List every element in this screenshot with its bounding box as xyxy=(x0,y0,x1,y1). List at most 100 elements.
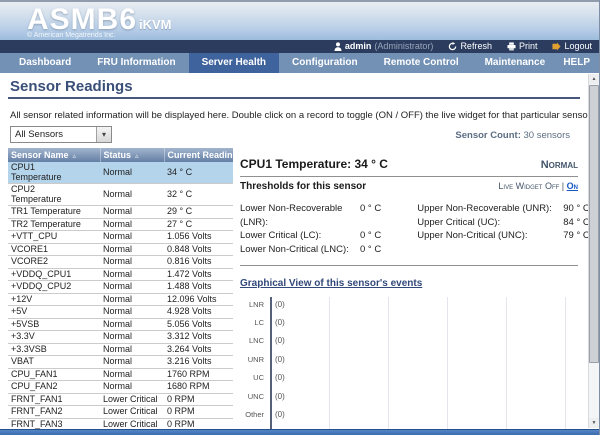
user-role: (Administrator) xyxy=(374,41,434,51)
chart-gridline xyxy=(506,297,507,429)
detail-title: CPU1 Temperature: 34 ° C xyxy=(240,157,388,171)
sensor-count: Sensor Count: 30 sensors xyxy=(455,130,570,141)
chart-row-unc: UNC (0) xyxy=(247,391,285,401)
brand-logo: ASMB6 iKVM © American Megatrends Inc. xyxy=(27,3,172,39)
sensor-row--3-3vsb[interactable]: +3.3VSB Normal 3.264 Volts xyxy=(8,343,233,356)
sensor-table-body: CPU1 Temperature Normal 34 ° C CPU2 Tempera… xyxy=(8,162,233,429)
sensor-count-value: 30 sensors xyxy=(523,130,570,141)
vertical-scrollbar[interactable]: ▲ ▼ xyxy=(588,74,599,428)
sensor-count-label: Sensor Count: xyxy=(455,130,521,141)
threshold-row: Upper Critical (UC): 84 ° C xyxy=(417,216,590,228)
threshold-row: Lower Non-Critical (LNC): 0 ° C xyxy=(240,243,382,255)
thresholds-lower: Lower Non-Recoverable (LNR): 0 ° C Lower C… xyxy=(240,202,381,256)
sensor-row-frnt-fan3[interactable]: FRNT_FAN3 Lower Critical 0 RPM xyxy=(8,418,233,429)
scroll-down-button[interactable]: ▼ xyxy=(589,418,599,428)
bottom-strip xyxy=(0,429,599,435)
thresholds-upper: Upper Non-Recoverable (UNR): 90 ° C Upper … xyxy=(381,202,590,256)
threshold-row: Lower Non-Recoverable (LNR): 0 ° C xyxy=(240,203,382,228)
sensor-row-tr1-temperature[interactable]: TR1 Temperature Normal 29 ° C xyxy=(8,205,233,219)
threshold-row: Upper Non-Recoverable (UNR): 90 ° C xyxy=(417,203,590,214)
nav-item-maintenance[interactable]: Maintenance xyxy=(472,53,559,73)
live-widget-off[interactable]: Off xyxy=(545,181,559,191)
nav-item-dashboard[interactable]: Dashboard xyxy=(6,53,84,73)
threshold-row: Upper Non-Critical (UNC): 79 ° C xyxy=(417,230,590,241)
nav-items: Dashboard FRU Information Server Health Con… xyxy=(6,53,558,73)
sensor-row--12v[interactable]: +12V Normal 12.096 Volts xyxy=(8,293,233,306)
sort-icon: ▵ xyxy=(135,153,139,160)
header-banner: ASMB6 iKVM © American Megatrends Inc. xyxy=(0,0,599,40)
app-window: ASMB6 iKVM © American Megatrends Inc. ad… xyxy=(0,0,600,435)
sensor-row-vcore1[interactable]: VCORE1 Normal 0.848 Volts xyxy=(8,243,233,256)
chart-gridline xyxy=(447,297,448,429)
sensor-row-cpu2-temperature[interactable]: CPU2 Temperature Normal 32 ° C xyxy=(8,183,233,206)
utility-bar: admin (Administrator) Refresh Print Logo… xyxy=(0,40,599,53)
nav-item-fru-information[interactable]: FRU Information xyxy=(84,53,188,73)
sensor-events-chart: LNR (0) LC (0) LNC (0) UNR (0) UC (0) UNC (0) Other(… xyxy=(240,295,578,429)
sensor-row-cpu-fan1[interactable]: CPU_FAN1 Normal 1760 RPM xyxy=(8,368,233,381)
sensor-row-frnt-fan1[interactable]: FRNT_FAN1 Lower Critical 0 RPM xyxy=(8,393,233,406)
user-icon xyxy=(334,42,342,51)
sensor-row--vtt-cpu[interactable]: +VTT_CPU Normal 1.056 Volts xyxy=(8,230,233,244)
chart-row-lc: LC (0) xyxy=(254,318,285,328)
sensor-row-vbat[interactable]: VBAT Normal 3.216 Volts xyxy=(8,355,233,369)
main-nav: Dashboard FRU Information Server Health Con… xyxy=(0,53,599,73)
sort-icon: ▵ xyxy=(72,153,77,160)
refresh-button[interactable]: Refresh xyxy=(448,40,492,53)
logo-copyright: © American Megatrends Inc. xyxy=(27,32,116,39)
current-user: admin (Administrator) xyxy=(334,40,434,53)
sensor-row--5v[interactable]: +5V Normal 4.928 Volts xyxy=(8,305,233,319)
sensor-row-cpu-fan2[interactable]: CPU_FAN2 Normal 1680 RPM xyxy=(8,380,233,394)
logout-icon xyxy=(552,42,562,51)
sensor-row--vddq-cpu1[interactable]: +VDDQ_CPU1 Normal 1.472 Volts xyxy=(8,268,233,281)
sensor-row--3-3v[interactable]: +3.3V Normal 3.312 Volts xyxy=(8,330,233,344)
column-header-status[interactable]: Status ▵ xyxy=(100,148,165,162)
divider xyxy=(240,265,578,266)
column-header-sensor-name[interactable]: Sensor Name ▵ xyxy=(8,148,101,162)
title-divider xyxy=(8,97,580,99)
user-name: admin xyxy=(344,41,372,51)
nav-item-remote-control[interactable]: Remote Control xyxy=(371,53,472,73)
graphical-view-link[interactable]: Graphical View of this sensor's events xyxy=(240,278,422,289)
status-badge: Normal xyxy=(540,159,578,171)
page-title: Sensor Readings xyxy=(10,78,133,95)
sensor-table-header-row: Sensor Name ▵ Status ▵ Current Reading ▵ xyxy=(8,148,246,162)
sensor-detail-panel: CPU1 Temperature: 34 ° C Normal Threshol… xyxy=(240,157,590,429)
logout-button[interactable]: Logout xyxy=(552,40,592,53)
scrollbar-thumb[interactable] xyxy=(589,85,599,363)
scroll-up-button[interactable]: ▲ xyxy=(589,74,599,84)
sensor-row-cpu1-temperature[interactable]: CPU1 Temperature Normal 34 ° C xyxy=(8,162,233,184)
chevron-down-icon[interactable]: ▾ xyxy=(96,127,111,142)
sensor-row-frnt-fan2[interactable]: FRNT_FAN2 Lower Critical 0 RPM xyxy=(8,405,233,419)
page-description: All sensor related information will be d… xyxy=(10,110,593,121)
sensor-row--5vsb[interactable]: +5VSB Normal 5.056 Volts xyxy=(8,318,233,331)
sensor-row--vddq-cpu2[interactable]: +VDDQ_CPU2 Normal 1.488 Volts xyxy=(8,280,233,294)
divider xyxy=(240,176,578,177)
sensor-filter-value: All Sensors xyxy=(15,129,64,140)
refresh-icon xyxy=(449,42,457,51)
live-widget-label: Live Widget xyxy=(498,181,543,191)
chart-row-lnr: LNR (0) xyxy=(248,299,285,309)
help-link[interactable]: HELP xyxy=(563,53,599,73)
chart-rows: LNR (0) LC (0) LNC (0) UNR (0) UC (0) UNC (0) Other(… xyxy=(240,295,578,429)
print-icon xyxy=(507,42,516,51)
chart-row-other: Other (0) xyxy=(245,410,285,420)
nav-item-configuration[interactable]: Configuration xyxy=(279,53,371,73)
chart-row-lnc: LNC (0) xyxy=(248,336,285,346)
chart-row-uc: UC (0) xyxy=(253,373,285,383)
nav-item-server-health[interactable]: Server Health xyxy=(188,53,280,73)
thresholds-heading: Thresholds for this sensor xyxy=(240,181,367,192)
chart-gridline xyxy=(388,297,389,429)
chart-gridline xyxy=(329,297,330,429)
sensor-row-tr2-temperature[interactable]: TR2 Temperature Normal 27 ° C xyxy=(8,218,233,231)
column-header-current-reading[interactable]: Current Reading ▵ xyxy=(164,148,246,162)
chart-row-unr: UNR (0) xyxy=(247,354,285,364)
print-button[interactable]: Print xyxy=(507,40,537,53)
sensor-row-vcore2[interactable]: VCORE2 Normal 0.816 Volts xyxy=(8,255,233,269)
chart-gridline xyxy=(565,297,566,429)
content-area: Sensor Readings All sensor related infor… xyxy=(0,73,599,429)
threshold-row: Lower Critical (LC): 0 ° C xyxy=(240,230,382,241)
sensor-table: Sensor Name ▵ Status ▵ Current Reading ▵ CPU1… xyxy=(8,148,246,429)
live-widget-on-link[interactable]: On xyxy=(567,181,578,191)
sensor-filter-dropdown[interactable]: All Sensors ▾ xyxy=(10,126,112,143)
logo-subtitle: iKVM xyxy=(139,17,172,32)
